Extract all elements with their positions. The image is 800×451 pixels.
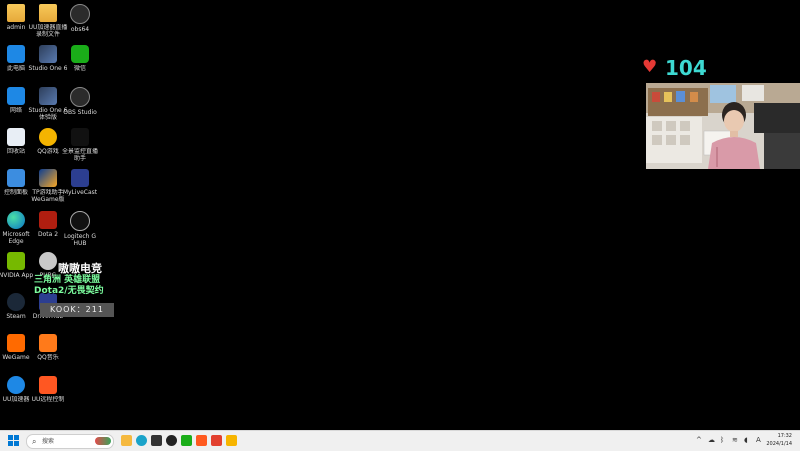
webcam-image xyxy=(646,83,800,169)
desktop-icon-label: MyLiveCast xyxy=(62,189,98,197)
obs-icon xyxy=(70,4,90,24)
recycle-bin-icon xyxy=(7,127,25,146)
edge-icon xyxy=(7,210,25,229)
obs-icon xyxy=(70,86,90,107)
overlay-games-line2: Dota2/无畏契约 xyxy=(34,286,104,296)
nvidia-icon xyxy=(7,251,25,270)
desktop-icon-label: Logitech G HUB xyxy=(63,232,97,247)
desktop-icon-label: UU远程控制 xyxy=(31,395,65,403)
windows-logo-pane xyxy=(8,441,13,446)
uu-icon xyxy=(7,375,25,394)
dota2-icon xyxy=(39,210,57,229)
taskbar-wegame-icon[interactable] xyxy=(196,435,207,446)
windows-logo-pane xyxy=(14,435,19,440)
desktop-icon-label: QQ音乐 xyxy=(37,354,59,362)
heart-icon: ♥ xyxy=(642,57,658,77)
overlay-title: 嗷嗷电竞 xyxy=(58,262,102,275)
search-highlight-icon xyxy=(95,437,111,445)
taskbar: ⌕ 搜索 ^ ☁ ᛒ ≋ ◖ A 17:32 2024/1/14 xyxy=(0,430,800,451)
desktop-icon-qq-music[interactable]: QQ音乐 xyxy=(28,332,68,372)
windows-logo-pane xyxy=(14,441,19,446)
taskbar-qq-icon[interactable] xyxy=(211,435,222,446)
taskbar-qqlive-icon[interactable] xyxy=(226,435,237,446)
taskbar-clock[interactable]: 17:32 2024/1/14 xyxy=(760,432,792,448)
wegame-icon xyxy=(7,334,25,353)
wifi-icon[interactable]: ≋ xyxy=(732,435,738,446)
network-icon xyxy=(7,86,25,105)
folder-icon xyxy=(39,4,57,22)
taskbar-obs-icon[interactable] xyxy=(166,435,177,446)
mylive-icon xyxy=(71,169,89,188)
desktop-icon-logitech[interactable]: Logitech G HUB xyxy=(60,209,100,249)
kook-badge: KOOK：211 xyxy=(40,303,114,317)
bluetooth-icon[interactable]: ᛒ xyxy=(720,435,724,446)
app-icon xyxy=(39,169,57,188)
windows-logo-icon xyxy=(8,435,13,440)
taskbar-explorer-icon[interactable] xyxy=(121,435,132,446)
control-panel-icon xyxy=(7,169,25,188)
uu-remote-icon xyxy=(39,375,57,394)
wechat-icon xyxy=(71,45,89,64)
folder-icon xyxy=(7,4,25,22)
search-icon: ⌕ xyxy=(32,437,37,446)
clock-date: 2024/1/14 xyxy=(766,441,792,447)
desktop-icon-obs-studio[interactable]: OBS Studio xyxy=(60,85,100,125)
logitech-icon xyxy=(70,210,90,231)
cloud-icon[interactable]: ☁ xyxy=(708,435,715,446)
start-button[interactable] xyxy=(8,435,20,447)
desktop-icon-obs64[interactable]: obs64 xyxy=(60,2,100,42)
desktop-icon-label: obs64 xyxy=(70,26,90,33)
taskbar-wechat-icon[interactable] xyxy=(181,435,192,446)
desktop-icon-label: OBS Studio xyxy=(63,108,97,116)
studio-one-icon xyxy=(39,45,57,64)
overlay-games-line1: 三角洲 英雄联盟 xyxy=(34,275,101,285)
app-icon xyxy=(39,334,57,353)
studio-one-icon xyxy=(39,86,57,105)
desktop-icon-label: 微信 xyxy=(73,65,86,73)
steam-icon xyxy=(7,293,25,312)
qq-icon xyxy=(39,127,57,146)
heart-count: 104 xyxy=(665,56,707,80)
desktop-icon-wechat[interactable]: 微信 xyxy=(60,43,100,83)
taskbar-terminal-icon[interactable] xyxy=(151,435,162,446)
desktop-icon-eye-app[interactable]: 全景监控直播助手 xyxy=(60,126,100,166)
taskbar-edge-icon[interactable] xyxy=(136,435,147,446)
desktop[interactable]: admin UU加速器直播录制文件 obs64 此电脑 Studio One 6 微信 网络… xyxy=(0,0,800,430)
webcam-overlay xyxy=(646,83,800,169)
volume-icon[interactable]: ◖ xyxy=(744,435,748,446)
monitor-icon xyxy=(7,45,25,64)
search-placeholder: 搜索 xyxy=(42,438,55,445)
taskbar-search-box[interactable]: ⌕ 搜索 xyxy=(26,434,114,449)
desktop-icon-mylivecast[interactable]: MyLiveCast xyxy=(60,167,100,207)
system-tray: ^ ☁ ᛒ ≋ ◖ A 17:32 2024/1/14 xyxy=(660,431,800,451)
desktop-icon-label: 全景监控直播助手 xyxy=(61,147,98,162)
eye-icon xyxy=(71,127,89,146)
stream-overlay: 嗷嗷电竞 三角洲 英雄联盟 Dota2/无畏契约 xyxy=(34,262,124,297)
clock-time: 17:32 xyxy=(777,433,792,439)
chevron-up-icon[interactable]: ^ xyxy=(696,435,702,446)
desktop-icon-uu-live[interactable]: UU远程控制 xyxy=(28,374,68,414)
